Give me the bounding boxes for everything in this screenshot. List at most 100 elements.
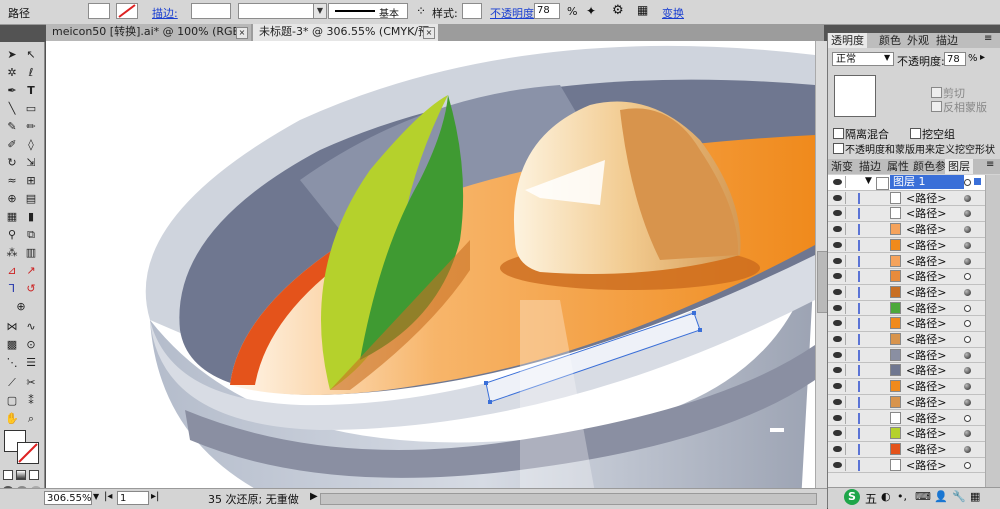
target-icon[interactable] xyxy=(964,398,971,406)
close-icon[interactable]: × xyxy=(236,27,248,39)
tab-stroke[interactable]: 描边 xyxy=(933,33,961,48)
slice-tool-icon[interactable]: ↗ xyxy=(23,264,39,278)
layer-row-path[interactable]: <路径> xyxy=(828,332,1000,348)
wave-tool-icon[interactable]: ∿ xyxy=(23,320,39,334)
target-icon[interactable] xyxy=(964,445,971,453)
blob-brush-tool-icon[interactable]: ✐ xyxy=(4,138,20,152)
stroke-link[interactable]: 描边: xyxy=(152,5,178,21)
free-transform-tool-icon[interactable]: ⊞ xyxy=(23,174,39,188)
eye-icon[interactable] xyxy=(833,336,842,342)
target-icon[interactable] xyxy=(964,210,971,218)
transform-link[interactable]: 变换 xyxy=(662,5,684,21)
tab-color-guide[interactable]: 颜色参 xyxy=(910,159,949,174)
path-name[interactable]: <路径> xyxy=(906,411,946,426)
eye-icon[interactable] xyxy=(833,288,842,295)
target-icon[interactable] xyxy=(964,288,971,296)
panel-menu-icon[interactable]: ≡ xyxy=(984,33,992,44)
target-icon[interactable] xyxy=(964,367,971,375)
tab-stroke[interactable]: 描边 xyxy=(856,159,884,174)
target-icon[interactable] xyxy=(964,226,971,234)
target-icon[interactable] xyxy=(964,257,971,265)
rotate-tool-icon[interactable]: ↻ xyxy=(4,156,20,170)
ime-logo-icon[interactable]: S xyxy=(844,489,860,505)
layer-row-path[interactable]: <路径> xyxy=(828,442,1000,458)
lock-toggle[interactable] xyxy=(845,176,857,188)
tab-meicon50[interactable]: meicon50 [转换].ai* @ 100% (RGB/预览) × xyxy=(46,24,251,54)
style-swatch[interactable] xyxy=(462,3,482,19)
recolor-artwork-icon[interactable]: ✦ xyxy=(586,4,596,18)
style-options-icon[interactable]: ⁘ xyxy=(416,4,426,18)
path-name[interactable]: <路径> xyxy=(906,254,946,269)
zoom-tool-icon[interactable]: ⌕ xyxy=(23,412,39,426)
pencil-tool-icon[interactable]: ✏ xyxy=(23,120,39,134)
lock-toggle[interactable] xyxy=(845,364,857,377)
path-name[interactable]: <路径> xyxy=(906,222,946,237)
lock-toggle[interactable] xyxy=(845,427,857,440)
layer-row-path[interactable]: <路径> xyxy=(828,254,1000,270)
target-icon[interactable] xyxy=(964,320,971,328)
lock-toggle[interactable] xyxy=(845,238,857,251)
eraser-tool-icon[interactable]: ◊ xyxy=(23,138,39,152)
next-artboard-icon[interactable]: ▸| xyxy=(151,491,159,502)
eye-icon[interactable] xyxy=(833,241,842,248)
perspective-grid-tool-icon[interactable]: ▦ xyxy=(4,210,20,224)
target-icon[interactable] xyxy=(964,430,971,438)
tab-untitled-3[interactable]: 未标题-3* @ 306.55% (CMYK/预览) × xyxy=(253,24,438,54)
line-tool-icon[interactable]: ╲ xyxy=(4,102,20,116)
target-icon[interactable] xyxy=(964,461,971,469)
layer-row-path[interactable]: <路径> xyxy=(828,411,1000,427)
invert-mask-checkbox[interactable] xyxy=(931,101,942,112)
lock-toggle[interactable] xyxy=(845,285,857,298)
zoom-input[interactable]: 306.55% xyxy=(44,491,92,505)
measure-tool-icon[interactable]: ⊙ xyxy=(23,338,39,352)
mesh-tool-icon[interactable]: ▩ xyxy=(4,338,20,352)
crosshair-tool-icon[interactable]: ⊕ xyxy=(13,300,29,314)
stroke-weight-select[interactable] xyxy=(191,3,231,19)
status-menu-icon[interactable]: ▶ xyxy=(310,491,318,502)
lock-toggle[interactable] xyxy=(845,348,857,361)
path-name[interactable]: <路径> xyxy=(906,301,946,316)
gear-icon[interactable]: ⚙ xyxy=(612,3,624,18)
scissors-tool-icon[interactable]: ✂ xyxy=(23,376,39,390)
scale-tool-icon[interactable]: ⇲ xyxy=(23,156,39,170)
selection-tool-icon[interactable]: ➤ xyxy=(4,48,20,62)
layer-row-path[interactable]: <路径> xyxy=(828,316,1000,332)
panel-menu-icon[interactable]: ≡ xyxy=(986,159,994,170)
tab-attributes[interactable]: 属性 xyxy=(884,159,912,174)
eye-icon[interactable] xyxy=(833,461,842,468)
brush-profile-select[interactable]: 基本 xyxy=(328,3,408,20)
artboard-number-input[interactable]: 1 xyxy=(117,491,149,505)
stroke-swatch[interactable] xyxy=(17,442,39,464)
layer-row-path[interactable]: <路径> xyxy=(828,301,1000,317)
artboard-canvas[interactable] xyxy=(46,41,815,488)
path-name[interactable]: <路径> xyxy=(906,348,946,363)
column-graph-tool-icon[interactable]: ▥ xyxy=(23,246,39,260)
chevron-down-icon[interactable]: ▼ xyxy=(93,492,99,501)
opacity-stepper-icon[interactable]: ▸ xyxy=(980,52,985,63)
lock-toggle[interactable] xyxy=(845,270,857,283)
eye-icon[interactable] xyxy=(833,383,842,390)
layer-row-path[interactable]: <路径> xyxy=(828,238,1000,254)
target-icon[interactable] xyxy=(964,383,971,391)
close-icon[interactable]: × xyxy=(423,27,435,39)
path-name[interactable]: <路径> xyxy=(906,191,946,206)
path-name[interactable]: <路径> xyxy=(906,363,946,378)
path-name[interactable]: <路径> xyxy=(906,458,946,473)
lock-toggle[interactable] xyxy=(845,254,857,267)
tab-appearance[interactable]: 外观 xyxy=(904,33,932,48)
isolate-blending-checkbox[interactable] xyxy=(833,128,844,139)
opacity-input[interactable]: 78 xyxy=(944,52,966,66)
layer-row-path[interactable]: <路径> xyxy=(828,191,1000,207)
selection-indicator[interactable] xyxy=(974,178,981,185)
path-name[interactable]: <路径> xyxy=(906,395,946,410)
chevron-down-icon[interactable]: ▼ xyxy=(884,53,890,62)
layer-row-path[interactable]: <路径> xyxy=(828,458,1000,474)
magic-wand-tool-icon[interactable]: ✲ xyxy=(4,66,20,80)
eye-icon[interactable] xyxy=(833,273,842,280)
lock-toggle[interactable] xyxy=(845,442,857,455)
blend-tool-icon[interactable]: ⧉ xyxy=(23,228,39,242)
sprayer-tool-icon[interactable]: ⁑ xyxy=(23,394,39,408)
ime-toolbox-icon[interactable]: ▦ xyxy=(970,490,980,503)
lock-toggle[interactable] xyxy=(845,458,857,471)
lock-toggle[interactable] xyxy=(845,207,857,220)
